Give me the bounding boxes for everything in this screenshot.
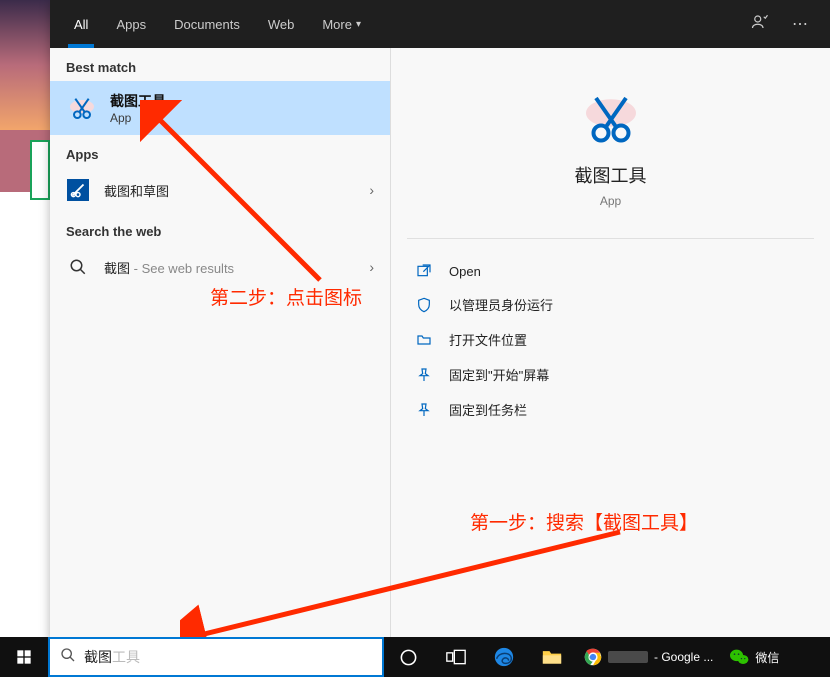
tab-more[interactable]: More ▾ bbox=[308, 0, 375, 48]
action-run-admin-label: 以管理员身份运行 bbox=[449, 295, 553, 314]
tab-documents[interactable]: Documents bbox=[160, 0, 254, 48]
web-result-prefix: 截图 bbox=[104, 261, 130, 276]
chevron-right-icon: › bbox=[369, 182, 374, 198]
tab-apps[interactable]: Apps bbox=[102, 0, 160, 48]
action-pin-taskbar-label: 固定到任务栏 bbox=[449, 400, 527, 419]
preview-name: 截图工具 bbox=[407, 162, 814, 188]
chevron-down-icon: ▾ bbox=[356, 19, 361, 30]
tab-web-label: Web bbox=[268, 17, 295, 32]
snipping-tool-icon bbox=[66, 92, 98, 124]
chrome-icon bbox=[584, 648, 602, 666]
preview-type: App bbox=[407, 194, 814, 208]
edge-icon[interactable] bbox=[480, 637, 528, 677]
preview-pane: 截图工具 App Open 以管理员身份运行 打开文件位置 固 bbox=[391, 48, 830, 640]
search-tabs: All Apps Documents Web More ▾ ⋯ bbox=[50, 0, 830, 48]
search-panel: All Apps Documents Web More ▾ ⋯ Best matc… bbox=[50, 0, 830, 640]
action-pin-start-label: 固定到"开始"屏幕 bbox=[449, 365, 549, 384]
more-options-icon[interactable]: ⋯ bbox=[780, 14, 820, 34]
best-match-sub: App bbox=[110, 111, 166, 125]
chrome-taskbar-item[interactable]: - Google ... bbox=[576, 637, 721, 677]
results-list: Best match 截图工具 App Apps 截图和草图 › Search … bbox=[50, 48, 390, 640]
apps-header: Apps bbox=[50, 135, 390, 168]
search-typed: 截图 bbox=[84, 647, 112, 667]
task-view-icon[interactable] bbox=[432, 637, 480, 677]
snip-sketch-icon bbox=[66, 178, 90, 202]
action-open-location-label: 打开文件位置 bbox=[449, 330, 527, 349]
web-header: Search the web bbox=[50, 212, 390, 245]
action-open-label: Open bbox=[449, 264, 481, 279]
chevron-right-icon: › bbox=[369, 259, 374, 275]
pin-taskbar-icon bbox=[413, 402, 435, 418]
action-pin-taskbar[interactable]: 固定到任务栏 bbox=[407, 392, 814, 427]
action-run-admin[interactable]: 以管理员身份运行 bbox=[407, 287, 814, 322]
app-result-item[interactable]: 截图和草图 › bbox=[50, 168, 390, 212]
feedback-icon[interactable] bbox=[740, 13, 780, 36]
search-ghost: 工具 bbox=[112, 647, 140, 667]
best-match-title: 截图工具 bbox=[110, 91, 166, 111]
pin-icon bbox=[413, 367, 435, 383]
tab-all[interactable]: All bbox=[60, 0, 102, 48]
taskbar: 截图工具 - Google ... 微信 bbox=[0, 637, 830, 677]
action-open-location[interactable]: 打开文件位置 bbox=[407, 322, 814, 357]
snipping-tool-icon bbox=[581, 88, 641, 148]
preview-header: 截图工具 App bbox=[407, 68, 814, 239]
cortana-icon[interactable] bbox=[384, 637, 432, 677]
desktop-background bbox=[0, 0, 50, 640]
start-button[interactable] bbox=[0, 637, 48, 677]
shield-icon bbox=[413, 297, 435, 313]
action-pin-start[interactable]: 固定到"开始"屏幕 bbox=[407, 357, 814, 392]
web-result-suffix: - See web results bbox=[130, 261, 234, 276]
wechat-label: 微信 bbox=[755, 649, 779, 666]
redacted-title bbox=[608, 651, 648, 663]
taskbar-search[interactable]: 截图工具 bbox=[48, 637, 384, 677]
tab-apps-label: Apps bbox=[116, 17, 146, 32]
folder-icon bbox=[413, 332, 435, 348]
action-open[interactable]: Open bbox=[407, 255, 814, 287]
chrome-title: - Google ... bbox=[654, 650, 713, 664]
search-icon bbox=[66, 255, 90, 279]
file-explorer-icon[interactable] bbox=[528, 637, 576, 677]
preview-actions: Open 以管理员身份运行 打开文件位置 固定到"开始"屏幕 固定到任务栏 bbox=[407, 239, 814, 427]
tab-more-label: More bbox=[322, 17, 352, 32]
tab-documents-label: Documents bbox=[174, 17, 240, 32]
tab-web[interactable]: Web bbox=[254, 0, 309, 48]
wechat-taskbar-item[interactable]: 微信 bbox=[721, 637, 787, 677]
wechat-icon bbox=[729, 648, 749, 666]
web-result-text: 截图 - See web results bbox=[104, 258, 369, 277]
best-match-header: Best match bbox=[50, 48, 390, 81]
search-icon bbox=[60, 647, 76, 668]
best-match-item[interactable]: 截图工具 App bbox=[50, 81, 390, 135]
web-result-item[interactable]: 截图 - See web results › bbox=[50, 245, 390, 289]
tab-all-label: All bbox=[74, 17, 88, 32]
open-icon bbox=[413, 263, 435, 279]
app-result-title: 截图和草图 bbox=[104, 181, 369, 200]
